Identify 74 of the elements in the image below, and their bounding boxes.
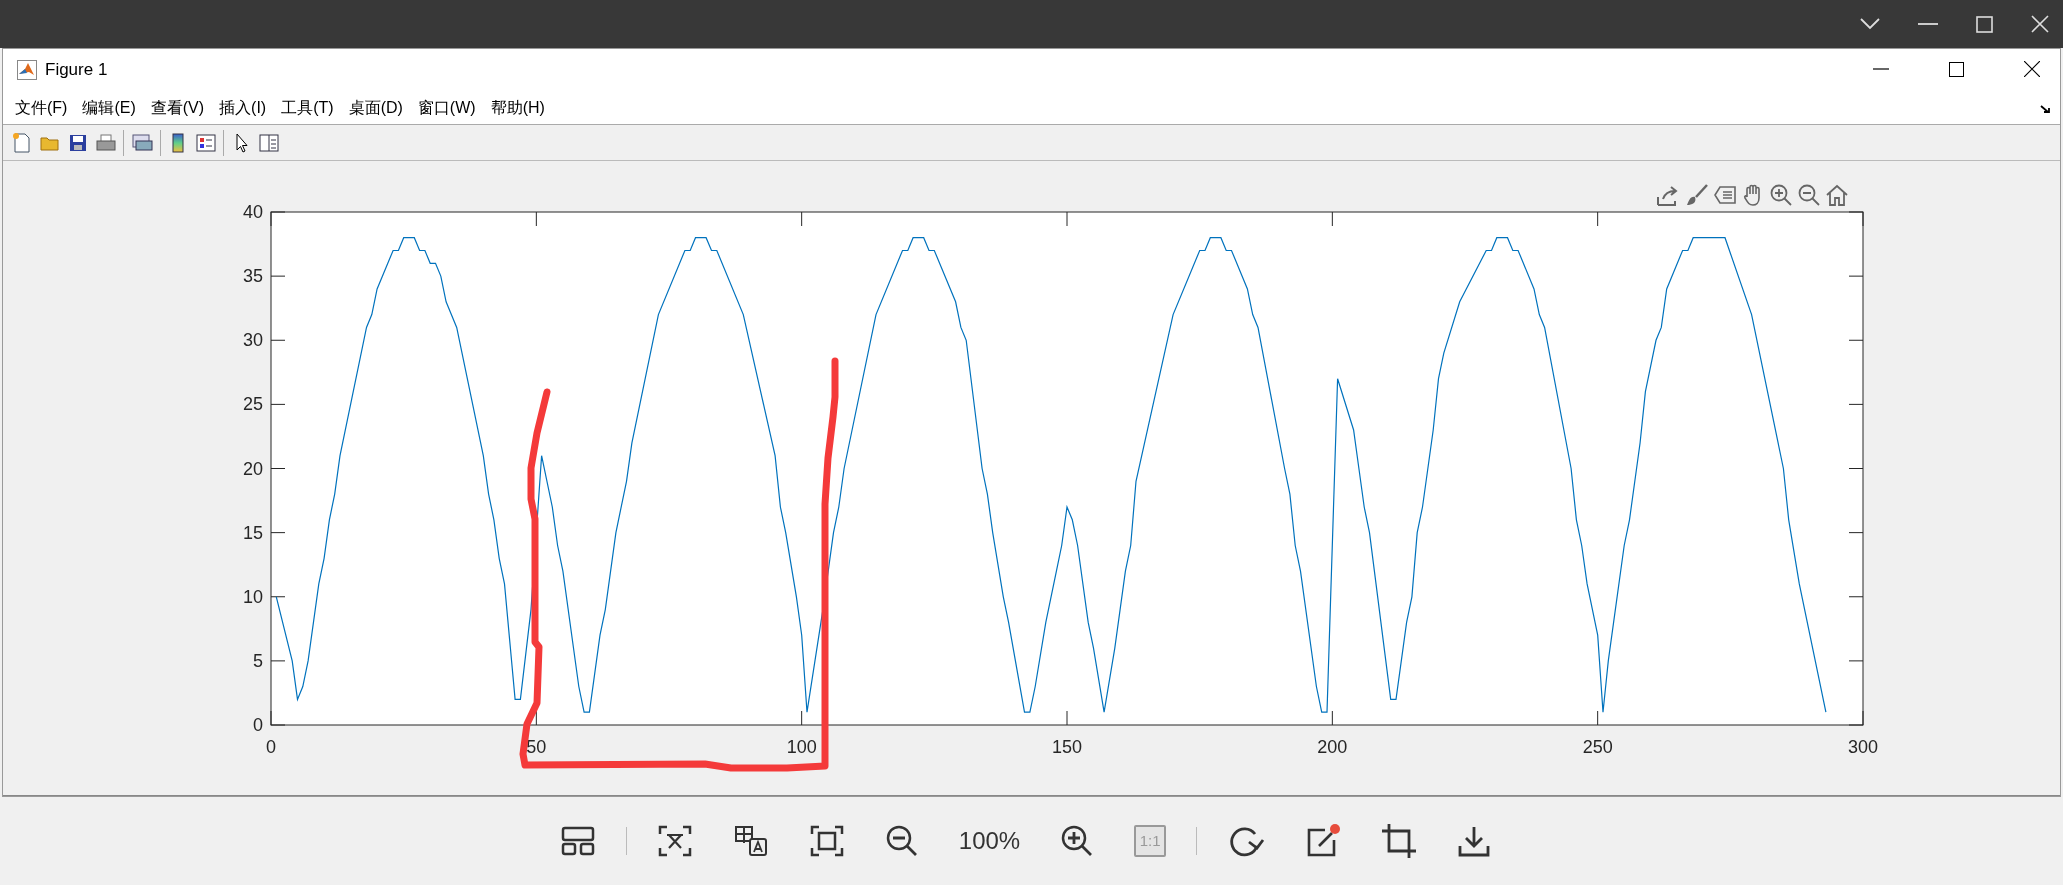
zoom-level: 100% [958,826,1021,856]
tick-mark [1597,710,1599,726]
tick-mark [270,468,286,469]
property-panel-icon[interactable] [258,131,280,154]
tick-label: 30 [242,330,263,351]
zoom-out-icon[interactable] [884,824,919,858]
download-icon[interactable] [1457,824,1492,858]
zoom-out-icon[interactable] [1797,183,1821,207]
undock-arrow-icon[interactable] [2040,105,2052,115]
menu-item[interactable]: 帮助(H) [490,95,545,120]
tick-mark [1848,275,1864,277]
tick-label: 250 [1582,737,1613,757]
tick-mark [1597,211,1599,227]
tick-mark [1331,710,1333,726]
menu-item[interactable]: 工具(T) [281,95,334,120]
tick-mark [1331,211,1333,227]
tick-mark [1066,710,1068,726]
tick-mark [1066,211,1068,227]
tick-label: 35 [242,266,263,287]
legend-icon[interactable] [195,131,217,154]
tick-mark [1848,532,1864,534]
zoom-in-icon[interactable] [1769,183,1793,207]
tick-label: 5 [253,650,263,671]
menu-item[interactable]: 文件(F) [15,95,68,120]
tick-label: 50 [526,737,547,757]
menu-item[interactable]: 插入(I) [219,95,267,120]
tick-mark [535,211,537,227]
matlab-logo-icon [17,60,37,80]
chevron-down-icon[interactable] [1860,18,1880,30]
text-extract-icon[interactable] [656,824,693,858]
tick-mark [270,660,286,662]
tick-label: 0 [253,715,263,735]
menu-item[interactable]: 查看(V) [150,95,205,120]
tick-label: 25 [242,394,263,415]
tick-mark [270,596,286,598]
rotate-icon[interactable] [1227,824,1266,858]
maximize-icon[interactable] [1949,61,1964,77]
menu-item[interactable]: 桌面(D) [348,95,403,120]
crop-icon[interactable] [1381,823,1418,859]
close-icon[interactable] [2024,61,2040,77]
edit-icon[interactable] [1305,823,1342,859]
window-title: Figure 1 [45,59,108,82]
tick-mark [1848,403,1864,405]
tick-mark [1848,468,1864,469]
new-file-icon[interactable] [11,131,33,154]
brush-icon[interactable] [1685,183,1709,207]
tick-mark [1848,660,1864,662]
home-icon[interactable] [1825,183,1849,207]
print-icon[interactable] [95,131,117,154]
tick-label: 15 [242,522,263,543]
fit-screen-icon[interactable] [808,824,845,858]
tick-mark [270,275,286,277]
tick-mark [1848,339,1864,341]
tick-label: 300 [1848,737,1878,757]
layout-icon[interactable] [559,825,596,857]
tick-label: 150 [1052,737,1082,757]
translate-icon[interactable] [732,824,769,858]
datatip-icon[interactable] [1713,183,1737,207]
tick-mark [270,532,286,534]
tick-mark [801,710,803,726]
tick-mark [270,403,286,405]
tick-label: 40 [242,202,263,222]
menu-item[interactable]: 编辑(E) [82,95,136,120]
tick-mark [270,339,286,341]
tick-label: 20 [242,458,263,479]
tick-mark [535,710,537,726]
print-preview-icon[interactable] [130,131,154,154]
tick-label: 10 [242,586,263,607]
tick-label: 100 [786,737,817,757]
tick-mark [1848,596,1864,598]
menu-item[interactable]: 窗口(W) [417,95,476,120]
tick-mark [801,211,803,227]
tick-label: 0 [266,737,276,757]
tick-label: 200 [1317,737,1348,757]
